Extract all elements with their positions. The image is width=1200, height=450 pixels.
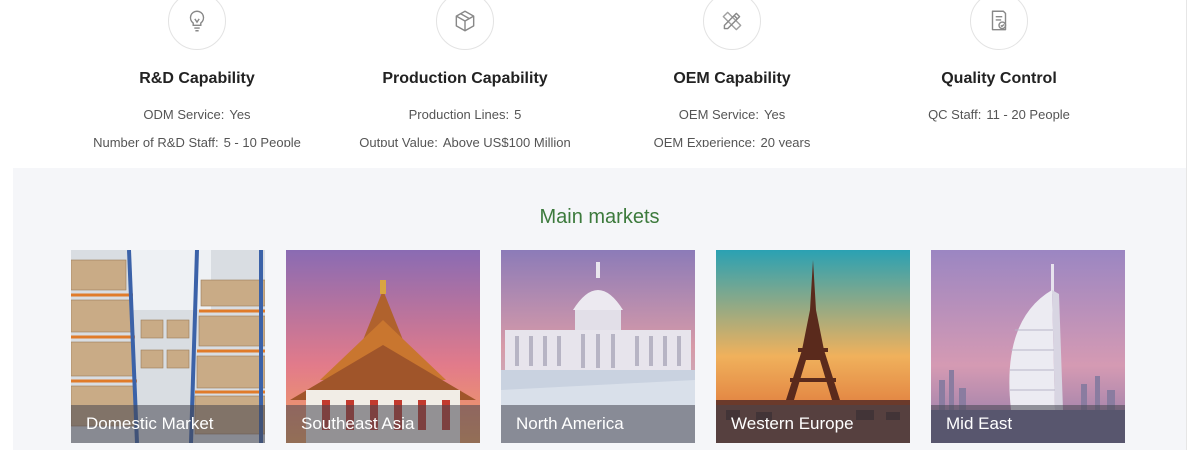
section-title: Main markets bbox=[539, 206, 660, 228]
capabilities-section: R&D Capability ODM ServiceYes Number of … bbox=[0, 0, 1186, 168]
market-card-label: Domestic Market bbox=[71, 405, 265, 443]
pencil-ruler-icon bbox=[703, 0, 761, 50]
capability-oem: OEM Capability OEM ServiceYes OEM Experi… bbox=[602, 0, 862, 147]
scrollbar-edge[interactable] bbox=[1186, 0, 1200, 450]
market-card-western-europe[interactable]: Western Europe bbox=[716, 250, 910, 443]
capability-line: OEM ServiceYes bbox=[602, 101, 862, 129]
market-card-label: North America bbox=[501, 405, 695, 443]
capability-title: Production Capability bbox=[382, 70, 548, 87]
capability-line: Production Lines5 bbox=[335, 101, 595, 129]
capability-line: QC Staff11 - 20 People bbox=[869, 101, 1129, 129]
market-card-label: Mid East bbox=[931, 405, 1125, 443]
capability-title: R&D Capability bbox=[139, 70, 255, 87]
checklist-icon bbox=[970, 0, 1028, 50]
capability-title: Quality Control bbox=[941, 70, 1057, 87]
market-card-label: Southeast Asia bbox=[286, 405, 480, 443]
capability-production: Production Capability Production Lines5 … bbox=[335, 0, 595, 147]
lightbulb-icon bbox=[168, 0, 226, 50]
market-card-label: Western Europe bbox=[716, 405, 910, 443]
market-card-southeast-asia[interactable]: Southeast Asia bbox=[286, 250, 480, 443]
capability-rd: R&D Capability ODM ServiceYes Number of … bbox=[67, 0, 327, 147]
market-card-domestic[interactable]: Domestic Market bbox=[71, 250, 265, 443]
capability-line: Number of R&D Staff5 - 10 People bbox=[67, 129, 327, 147]
main-markets-section: Main markets Domestic Market Southeast A… bbox=[13, 168, 1186, 450]
capability-title: OEM Capability bbox=[673, 70, 791, 87]
capability-line: Output ValueAbove US$100 Million bbox=[335, 129, 595, 147]
market-card-north-america[interactable]: North America bbox=[501, 250, 695, 443]
capability-quality: Quality Control QC Staff11 - 20 People bbox=[869, 0, 1129, 147]
capability-line: ODM ServiceYes bbox=[67, 101, 327, 129]
market-card-mid-east[interactable]: Mid East bbox=[931, 250, 1125, 443]
box-icon bbox=[436, 0, 494, 50]
capability-line: OEM Experience20 years bbox=[602, 129, 862, 147]
